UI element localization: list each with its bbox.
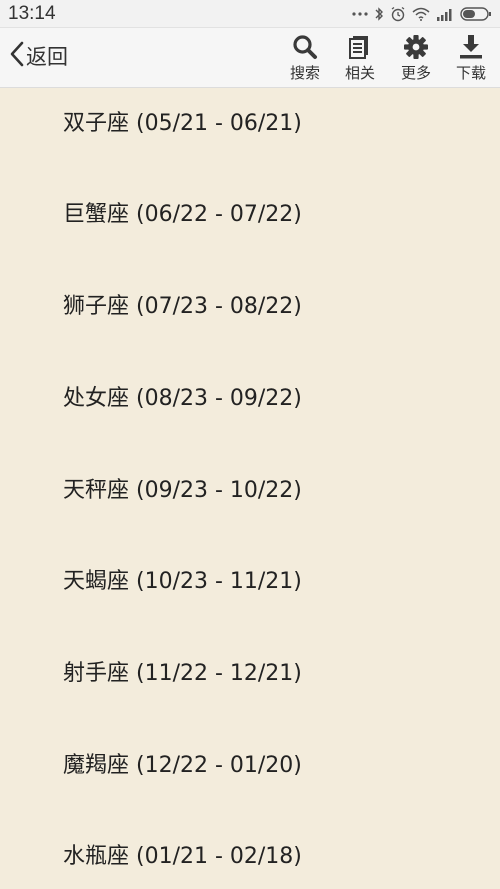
constellation-list: 双子座 (05/21 - 06/21) 巨蟹座 (06/22 - 07/22) … (0, 88, 500, 889)
related-button[interactable]: 相关 (337, 34, 383, 84)
search-icon (293, 35, 317, 59)
back-button[interactable]: 返回 (10, 39, 68, 73)
download-label: 下载 (455, 64, 486, 82)
more-label: 更多 (400, 64, 431, 82)
list-item[interactable]: 处女座 (08/23 - 09/22) (63, 386, 302, 412)
wifi-icon (412, 7, 430, 21)
list-item[interactable]: 魔羯座 (12/22 - 01/20) (63, 753, 302, 779)
toolbar: 返回 搜索 相关 更多 下载 (0, 28, 500, 88)
list-item[interactable]: 天秤座 (09/23 - 10/22) (63, 478, 302, 504)
gear-icon (404, 35, 428, 59)
list-item[interactable]: 狮子座 (07/23 - 08/22) (63, 294, 302, 320)
status-time: 13:14 (8, 3, 56, 24)
list-item[interactable]: 巨蟹座 (06/22 - 07/22) (63, 202, 302, 228)
related-document-icon (349, 36, 368, 59)
related-label: 相关 (344, 64, 375, 82)
alarm-icon (390, 6, 406, 22)
search-button[interactable]: 搜索 (282, 34, 328, 84)
chevron-left-icon (10, 41, 24, 71)
more-dots-icon (352, 11, 368, 17)
status-bar: 13:14 (0, 0, 500, 28)
search-label: 搜索 (289, 64, 320, 82)
download-button[interactable]: 下载 (448, 34, 494, 84)
bluetooth-icon (374, 6, 384, 22)
list-item[interactable]: 射手座 (11/22 - 12/21) (63, 661, 302, 687)
list-item[interactable]: 天蝎座 (10/23 - 11/21) (63, 569, 302, 595)
battery-icon (460, 6, 492, 22)
status-icons (352, 4, 492, 24)
more-button[interactable]: 更多 (393, 34, 439, 84)
download-icon (460, 35, 482, 59)
back-label: 返回 (26, 45, 68, 69)
signal-icon (436, 7, 454, 21)
list-item[interactable]: 双子座 (05/21 - 06/21) (63, 111, 302, 137)
list-item[interactable]: 水瓶座 (01/21 - 02/18) (63, 844, 302, 870)
